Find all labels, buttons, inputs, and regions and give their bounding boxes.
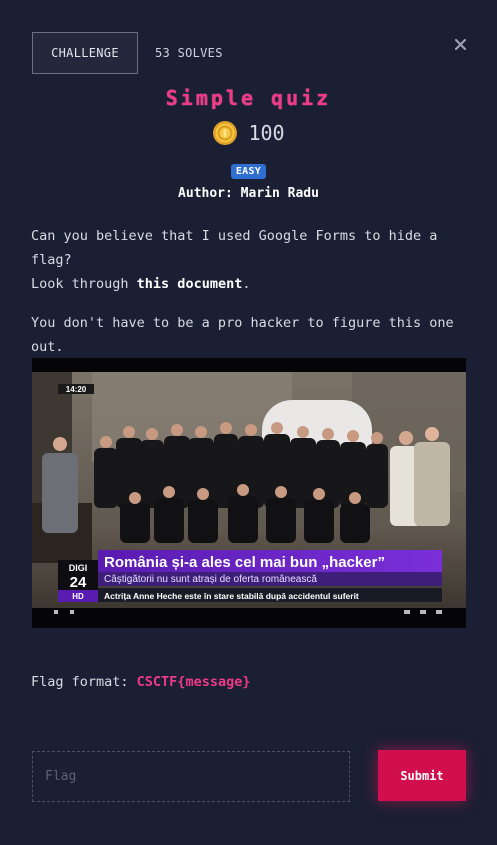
points-row: 100 [0, 120, 497, 146]
channel-logo-hd: HD [72, 592, 84, 601]
flag-format-value: CSCTF{message} [136, 674, 251, 690]
image-headline: România și-a ales cel mai bun „hacker” [104, 554, 385, 571]
difficulty-badge: EASY [230, 164, 267, 179]
challenge-image: 14:20 DIGI 24 HD România și-a ales cel m… [32, 358, 466, 628]
points-value: 100 [248, 121, 285, 145]
flag-format-label: Flag format: [31, 674, 137, 690]
challenge-title: Simple quiz [165, 86, 332, 110]
flag-format: Flag format: CSCTF{message} [31, 674, 250, 690]
close-icon[interactable] [452, 36, 468, 52]
description-line-1: Can you believe that I used Google Forms… [31, 228, 438, 268]
coin-icon [212, 120, 238, 146]
image-ticker: Actrița Anne Heche este în stare stabilă… [104, 591, 359, 601]
solves-count[interactable]: 53 SOLVES [155, 46, 223, 60]
description-line-3: You don't have to be a pro hacker to fig… [31, 315, 454, 355]
author-label: Author: Marin Radu [178, 186, 319, 201]
document-link[interactable]: this document [137, 276, 243, 292]
flag-input[interactable] [32, 751, 350, 802]
description-line-2-suffix: . [242, 276, 251, 292]
tab-challenge[interactable]: CHALLENGE [32, 32, 138, 74]
description-line-2-prefix: Look through [31, 276, 137, 292]
channel-logo-top: DIGI [69, 563, 88, 573]
challenge-description: Can you believe that I used Google Forms… [31, 224, 471, 374]
channel-logo-number: 24 [70, 574, 87, 591]
submit-button[interactable]: Submit [378, 750, 466, 801]
image-timestamp: 14:20 [66, 385, 87, 394]
image-subheadline: Câștigătorii nu sunt atrași de oferta ro… [104, 574, 317, 585]
